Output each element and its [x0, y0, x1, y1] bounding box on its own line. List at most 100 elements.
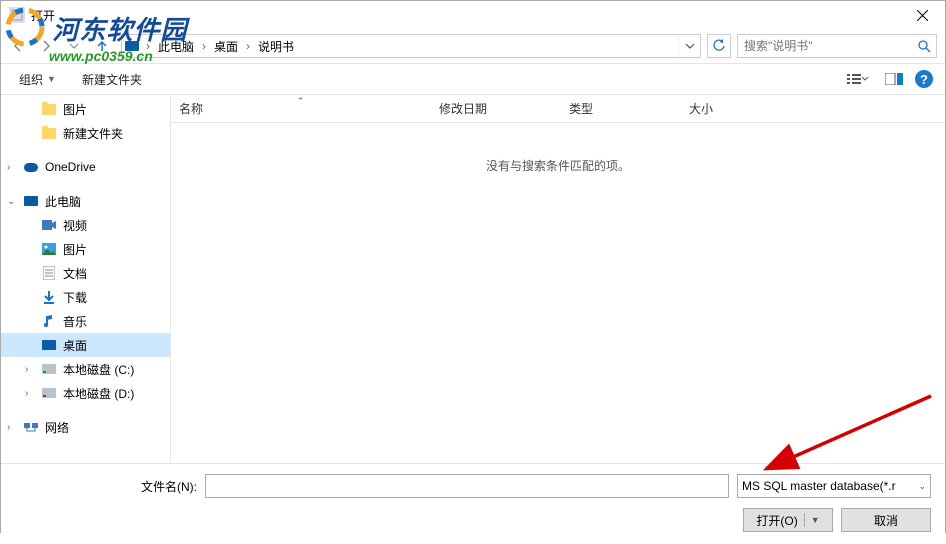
- sidebar-item-11[interactable]: 桌面: [1, 333, 170, 357]
- sidebar-item-label: OneDrive: [45, 160, 96, 174]
- refresh-button[interactable]: [707, 34, 731, 58]
- col-size[interactable]: 大小: [681, 95, 781, 122]
- expander-icon[interactable]: ›: [25, 364, 35, 375]
- nav-recent-button[interactable]: [61, 33, 87, 59]
- folder-icon: [41, 101, 57, 117]
- window-title: 打开: [31, 7, 55, 24]
- col-name-label: 名称: [179, 100, 203, 117]
- cancel-button[interactable]: 取消: [841, 508, 931, 532]
- chevron-right-icon[interactable]: ›: [142, 39, 154, 53]
- breadcrumb-seg-2[interactable]: 说明书: [254, 35, 298, 57]
- monitor-icon: [23, 193, 39, 209]
- sidebar-item-label: 图片: [63, 241, 87, 258]
- sidebar-item-10[interactable]: 音乐: [1, 309, 170, 333]
- chevron-down-icon: ⌄: [918, 481, 926, 492]
- sidebar-item-13[interactable]: › 本地磁盘 (D:): [1, 381, 170, 405]
- expander-icon[interactable]: ⌄: [7, 196, 17, 207]
- expander-icon[interactable]: ›: [7, 162, 17, 173]
- desktop-icon: [41, 337, 57, 353]
- sidebar-item-label: 新建文件夹: [63, 125, 123, 142]
- sidebar-item-15[interactable]: › 网络: [1, 415, 170, 439]
- breadcrumb-seg-0[interactable]: 此电脑: [154, 35, 198, 57]
- download-icon: [41, 289, 57, 305]
- chevron-right-icon[interactable]: ›: [242, 39, 254, 53]
- sidebar[interactable]: 图片新建文件夹›OneDrive⌄此电脑视频图片文档下载音乐桌面›本地磁盘 (C…: [1, 95, 171, 463]
- titlebar: 打开: [1, 1, 945, 29]
- filetype-combo[interactable]: MS SQL master database(*.r ⌄: [737, 474, 931, 498]
- new-folder-button[interactable]: 新建文件夹: [76, 67, 148, 92]
- file-area: 名称 ⌃ 修改日期 类型 大小 没有与搜索条件匹配的项。: [171, 95, 945, 463]
- help-icon[interactable]: ?: [915, 70, 933, 88]
- sidebar-item-label: 文档: [63, 265, 87, 282]
- sidebar-item-label: 网络: [45, 419, 69, 436]
- sidebar-item-9[interactable]: 下载: [1, 285, 170, 309]
- col-date[interactable]: 修改日期: [431, 95, 561, 122]
- breadcrumb-root-icon: [122, 41, 142, 51]
- close-button[interactable]: [900, 1, 945, 29]
- breadcrumb-seg-1[interactable]: 桌面: [210, 35, 242, 57]
- empty-message: 没有与搜索条件匹配的项。: [171, 157, 945, 174]
- preview-pane-button[interactable]: [879, 69, 909, 89]
- chevron-right-icon[interactable]: ›: [198, 39, 210, 53]
- video-icon: [41, 217, 57, 233]
- sidebar-item-label: 本地磁盘 (D:): [63, 385, 134, 402]
- search-icon[interactable]: [914, 40, 934, 53]
- nav-forward-button[interactable]: [33, 33, 59, 59]
- pictures-icon: [41, 241, 57, 257]
- column-headers: 名称 ⌃ 修改日期 类型 大小: [171, 95, 945, 123]
- sidebar-item-3[interactable]: › OneDrive: [1, 155, 170, 179]
- expander-icon[interactable]: ›: [25, 388, 35, 399]
- cloud-icon: [23, 159, 39, 175]
- nav-back-button[interactable]: [5, 33, 31, 59]
- folder-icon: [41, 125, 57, 141]
- toolbar: 组织 ▼ 新建文件夹 ?: [1, 63, 945, 95]
- sidebar-item-label: 此电脑: [45, 193, 81, 210]
- sidebar-item-0[interactable]: 图片: [1, 97, 170, 121]
- open-button-label: 打开(O): [756, 512, 797, 529]
- nav-up-button[interactable]: [89, 33, 115, 59]
- disk-d-icon: [41, 385, 57, 401]
- filetype-text: MS SQL master database(*.r: [742, 479, 896, 493]
- sidebar-item-label: 视频: [63, 217, 87, 234]
- sidebar-item-label: 本地磁盘 (C:): [63, 361, 134, 378]
- col-size-label: 大小: [689, 100, 713, 117]
- sidebar-item-7[interactable]: 图片: [1, 237, 170, 261]
- col-type[interactable]: 类型: [561, 95, 681, 122]
- chevron-down-icon: ▼: [811, 515, 820, 525]
- view-mode-button[interactable]: [843, 69, 873, 89]
- search-box[interactable]: [737, 34, 937, 58]
- sidebar-item-1[interactable]: 新建文件夹: [1, 121, 170, 145]
- sidebar-item-5[interactable]: ⌄ 此电脑: [1, 189, 170, 213]
- breadcrumb-bar[interactable]: › 此电脑 › 桌面 › 说明书: [121, 34, 701, 58]
- disk-c-icon: [41, 361, 57, 377]
- newfolder-label: 新建文件夹: [82, 71, 142, 88]
- cancel-button-label: 取消: [874, 512, 898, 529]
- sidebar-item-label: 图片: [63, 101, 87, 118]
- sidebar-item-6[interactable]: 视频: [1, 213, 170, 237]
- organize-label: 组织: [19, 71, 43, 88]
- sidebar-item-label: 下载: [63, 289, 87, 306]
- sidebar-item-label: 音乐: [63, 313, 87, 330]
- open-button[interactable]: 打开(O) ▼: [743, 508, 833, 532]
- app-icon: [9, 7, 25, 23]
- music-icon: [41, 313, 57, 329]
- chevron-down-icon: ▼: [47, 74, 56, 84]
- sidebar-item-label: 桌面: [63, 337, 87, 354]
- sort-indicator-icon: ⌃: [297, 96, 305, 107]
- col-type-label: 类型: [569, 100, 593, 117]
- sidebar-item-8[interactable]: 文档: [1, 261, 170, 285]
- footer: 文件名(N): MS SQL master database(*.r ⌄ 打开(…: [1, 463, 945, 544]
- sidebar-item-12[interactable]: › 本地磁盘 (C:): [1, 357, 170, 381]
- network-icon: [23, 419, 39, 435]
- search-input[interactable]: [740, 39, 914, 53]
- breadcrumb-dropdown[interactable]: [678, 35, 700, 57]
- filename-input[interactable]: [205, 474, 729, 498]
- filename-label: 文件名(N):: [15, 478, 205, 495]
- navbar: › 此电脑 › 桌面 › 说明书: [1, 29, 945, 63]
- docs-icon: [41, 265, 57, 281]
- organize-button[interactable]: 组织 ▼: [13, 67, 62, 92]
- expander-icon[interactable]: ›: [7, 422, 17, 433]
- col-name[interactable]: 名称 ⌃: [171, 95, 431, 122]
- col-date-label: 修改日期: [439, 100, 487, 117]
- main-area: 图片新建文件夹›OneDrive⌄此电脑视频图片文档下载音乐桌面›本地磁盘 (C…: [1, 95, 945, 463]
